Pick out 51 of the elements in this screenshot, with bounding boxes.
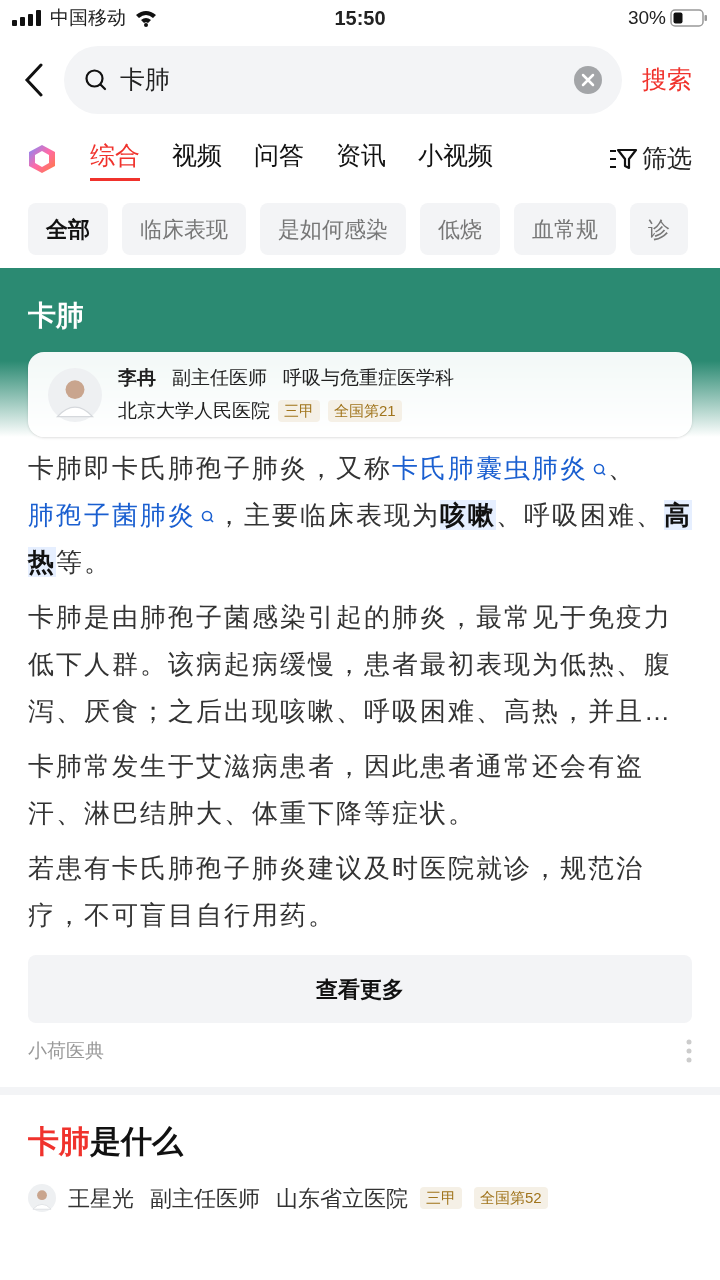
- doctor-title: 副主任医师: [172, 366, 267, 390]
- filter-chip[interactable]: 低烧: [420, 203, 500, 255]
- category-tab[interactable]: 视频: [172, 136, 222, 182]
- filter-chip[interactable]: 是如何感染: [260, 203, 406, 255]
- hospital-name: 山东省立医院: [276, 1184, 408, 1213]
- hospital-name: 北京大学人民医院: [118, 398, 270, 423]
- result-title[interactable]: 卡肺是什么: [28, 1119, 692, 1166]
- doctor-name: 李冉: [118, 366, 156, 390]
- filter-button[interactable]: 筛选: [608, 140, 692, 178]
- search-button[interactable]: 搜索: [642, 61, 692, 99]
- source-label: 小荷医典: [28, 1038, 104, 1063]
- filter-chip[interactable]: 诊: [630, 203, 688, 255]
- term-link[interactable]: 卡氏肺囊虫肺炎: [392, 453, 608, 483]
- category-tab[interactable]: 问答: [254, 136, 304, 182]
- term-link[interactable]: 肺孢子菌肺炎: [28, 500, 216, 530]
- avatar-icon: [28, 1184, 56, 1212]
- search-field[interactable]: 卡肺: [64, 46, 622, 114]
- summary-paragraph: 若患有卡氏肺孢子肺炎建议及时医院就诊，规范治疗，不可盲目自行用药。: [28, 852, 645, 932]
- filter-chip[interactable]: 全部: [28, 203, 108, 255]
- hospital-tag: 全国第52: [474, 1187, 548, 1209]
- search-icon: [84, 68, 108, 92]
- summary-paragraph: 卡肺是由肺孢子菌感染引起的肺炎，最常见于免疫力低下人群。该病起病缓慢，患者最初表现为低热、腹泻、厌食；之后出现咳嗽、呼吸困难、高热，并且…: [28, 601, 673, 728]
- clock-time: 15:50: [334, 6, 386, 31]
- hospital-tag: 三甲: [278, 399, 320, 422]
- battery-percent: 30%: [627, 5, 666, 30]
- see-more-button[interactable]: 查看更多: [28, 955, 692, 1023]
- hospital-tag: 三甲: [420, 1187, 462, 1209]
- signal-icon: [12, 10, 42, 26]
- summary-paragraph: 卡肺即卡氏肺孢子肺炎，又称卡氏肺囊虫肺炎 、 肺孢子菌肺炎 ，主要临床表现为咳嗽、呼吸困难、高热等。: [28, 452, 692, 579]
- filter-chip[interactable]: 血常规: [514, 203, 616, 255]
- category-tab[interactable]: 资讯: [336, 136, 386, 182]
- hospital-tag: 全国第21: [328, 399, 402, 422]
- wifi-icon: [134, 9, 158, 27]
- doctor-title: 副主任医师: [150, 1184, 260, 1213]
- carrier-name: 中国移动: [50, 5, 126, 30]
- summary-paragraph: 卡肺常发生于艾滋病患者，因此患者通常还会有盗汗、淋巴结肿大、体重下降等症状。: [28, 750, 645, 830]
- battery-icon: [670, 9, 708, 27]
- clear-icon[interactable]: [574, 66, 602, 94]
- filter-chip[interactable]: 临床表现: [122, 203, 246, 255]
- doctor-name: 王星光: [68, 1184, 134, 1213]
- back-icon[interactable]: [24, 63, 44, 97]
- category-tab[interactable]: 小视频: [418, 136, 493, 182]
- more-icon[interactable]: [686, 1039, 692, 1063]
- category-tab[interactable]: 综合: [90, 136, 140, 182]
- card-title: 卡肺: [28, 299, 85, 333]
- doctor-department: 呼吸与危重症医学科: [283, 366, 454, 390]
- app-logo-icon: [28, 144, 56, 174]
- filter-icon: [608, 147, 638, 171]
- search-query: 卡肺: [120, 64, 171, 96]
- doctor-card[interactable]: 李冉 副主任医师 呼吸与危重症医学科 北京大学人民医院 三甲 全国第21: [28, 352, 692, 437]
- avatar-icon: [48, 367, 102, 422]
